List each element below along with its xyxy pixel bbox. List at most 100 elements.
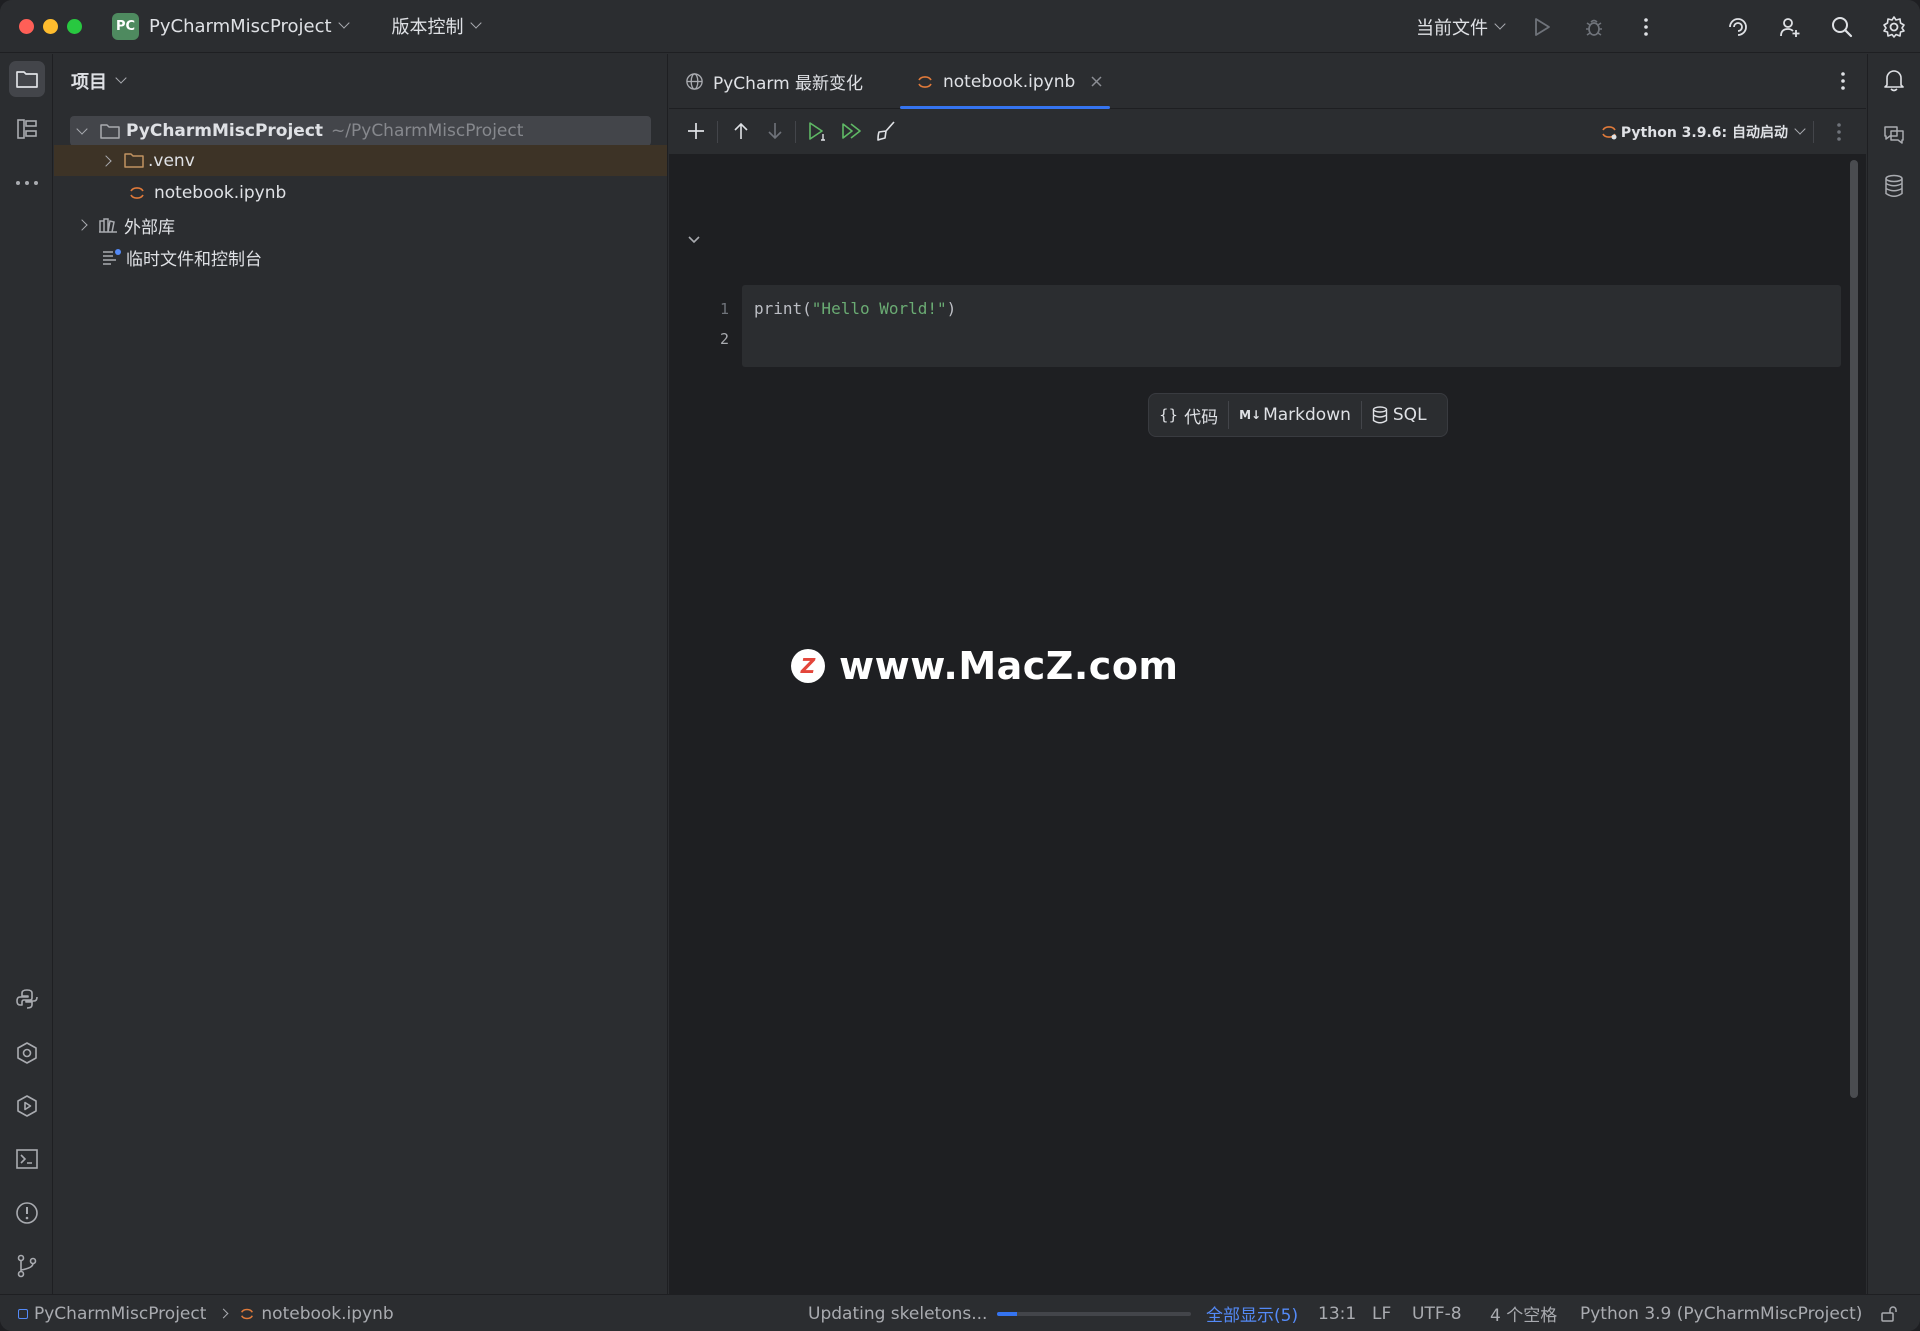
add-markdown-label: Markdown	[1263, 405, 1351, 425]
indent-setting[interactable]: 4 个空格	[1490, 1295, 1557, 1331]
jupyter-icon	[130, 187, 144, 199]
show-all-link[interactable]: 全部显示(5)	[1206, 1295, 1298, 1331]
code-with-me-button[interactable]	[1777, 14, 1803, 40]
toolbar-divider	[717, 121, 718, 143]
breadcrumb-file[interactable]: notebook.ipynb	[261, 1304, 393, 1324]
progress-label: Updating skeletons...	[808, 1303, 988, 1324]
add-markdown-cell-button[interactable]: M↓ Markdown	[1229, 394, 1361, 436]
run-cell-button[interactable]	[806, 119, 830, 143]
more-actions-button[interactable]	[1633, 14, 1659, 40]
tree-item-notebook[interactable]: notebook.ipynb	[70, 178, 651, 208]
close-icon[interactable]	[1091, 76, 1102, 87]
interpreter-selector[interactable]: Python 3.9 (PyCharmMiscProject)	[1580, 1295, 1862, 1331]
more-tools-button[interactable]	[9, 165, 45, 201]
more-vertical-icon	[1841, 72, 1845, 90]
chevron-down-icon	[469, 17, 482, 29]
code-cell[interactable]	[742, 285, 1841, 367]
notebook-more-button[interactable]	[1836, 122, 1842, 147]
zoom-window-button[interactable]	[67, 18, 82, 34]
run-button[interactable]	[1529, 14, 1555, 40]
database-tool-button[interactable]	[1876, 168, 1912, 204]
more-horizontal-icon	[16, 181, 38, 185]
project-tool-button[interactable]	[9, 61, 45, 97]
search-everywhere-button[interactable]	[1829, 14, 1855, 40]
progress-bar	[997, 1311, 1192, 1316]
debug-button[interactable]	[1581, 14, 1607, 40]
gear-icon	[1883, 15, 1905, 38]
current-file-label: 当前文件	[1416, 17, 1488, 39]
add-code-cell-button[interactable]: {} 代码	[1149, 394, 1228, 436]
chevron-right-icon	[100, 154, 112, 167]
cell-collapse-toggle[interactable]	[687, 230, 701, 250]
tree-item-label: 外部库	[124, 217, 175, 238]
move-cell-up-button[interactable]	[729, 119, 753, 143]
tab-notebook[interactable]: notebook.ipynb	[900, 54, 1110, 109]
chevron-down-icon	[688, 236, 700, 244]
jupyter-icon	[241, 1308, 254, 1319]
run-all-button[interactable]	[840, 119, 864, 143]
warning-circle-icon	[16, 1202, 38, 1224]
ai-chat-button[interactable]	[1876, 116, 1912, 152]
kernel-selector[interactable]: Python 3.9.6: 自动启动	[1600, 109, 1806, 155]
status-bar: PyCharmMiscProject notebook.ipynb Updati…	[0, 1294, 1920, 1331]
notifications-button[interactable]	[1876, 62, 1912, 98]
ai-chat-icon	[1884, 126, 1904, 144]
tree-item-venv[interactable]: .venv	[54, 145, 667, 176]
terminal-button[interactable]	[9, 1141, 45, 1177]
project-panel-title: 项目	[71, 72, 107, 93]
tab-label: PyCharm 最新变化	[713, 74, 864, 94]
arrow-down-icon	[768, 123, 782, 140]
tree-item-scratches[interactable]: 临时文件和控制台	[70, 242, 651, 272]
search-icon	[1832, 16, 1853, 37]
file-encoding[interactable]: UTF-8	[1412, 1295, 1462, 1331]
right-tool-strip	[1867, 54, 1920, 1294]
line-separator[interactable]: LF	[1372, 1295, 1391, 1331]
add-sql-cell-button[interactable]: SQL	[1362, 394, 1437, 436]
tree-item-external-libraries[interactable]: 外部库	[70, 210, 651, 240]
services-button[interactable]	[9, 1035, 45, 1071]
tree-root-project[interactable]: PyCharmMiscProject ~/PyCharmMiscProject	[70, 116, 651, 146]
clear-outputs-button[interactable]	[874, 119, 898, 143]
background-task[interactable]: Updating skeletons...	[808, 1295, 1192, 1331]
minimize-window-button[interactable]	[43, 18, 58, 34]
tree-root-name: PyCharmMiscProject	[126, 121, 324, 141]
structure-tool-button[interactable]	[9, 111, 45, 147]
vertical-scrollbar[interactable]	[1850, 160, 1858, 1098]
tabs-more-button[interactable]	[1840, 71, 1846, 96]
cursor-position[interactable]: 13:1	[1318, 1295, 1356, 1331]
tab-label: notebook.ipynb	[943, 71, 1076, 92]
ai-assistant-button[interactable]	[1725, 14, 1751, 40]
toolbar-divider	[1813, 121, 1814, 143]
terminal-icon	[16, 1149, 38, 1169]
tab-whats-new[interactable]: PyCharm 最新变化	[685, 54, 863, 109]
watermark: Z www.MacZ.com	[791, 644, 1179, 688]
python-packages-button[interactable]	[9, 981, 45, 1017]
move-cell-down-button[interactable]	[763, 119, 787, 143]
watermark-logo: Z	[791, 649, 825, 683]
lock-button[interactable]	[1880, 1295, 1898, 1331]
title-bar: PC PyCharmMiscProject 版本控制 当前文件	[0, 0, 1920, 53]
close-window-button[interactable]	[19, 18, 34, 34]
kernel-label: Python 3.9.6: 自动启动	[1620, 125, 1788, 141]
vcs-label: 版本控制	[391, 17, 464, 38]
code-token: )	[946, 299, 957, 318]
project-selector[interactable]: PyCharmMiscProject	[139, 16, 350, 37]
run-tool-button[interactable]	[9, 1088, 45, 1124]
arrow-up-icon	[734, 122, 748, 139]
settings-button[interactable]	[1881, 14, 1907, 40]
progress-fill	[997, 1311, 1017, 1316]
git-button[interactable]	[9, 1248, 45, 1284]
editor-area: PyCharm 最新变化 notebook.ipynb Python 3.9.6…	[669, 54, 1866, 1294]
add-cell-toolbar: {} 代码 M↓ Markdown SQL	[1148, 393, 1448, 437]
project-panel-header[interactable]: 项目	[54, 54, 667, 108]
problems-button[interactable]	[9, 1195, 45, 1231]
add-user-icon	[1780, 17, 1800, 37]
run-circle-icon	[17, 1095, 37, 1117]
add-cell-button[interactable]	[684, 119, 708, 143]
run-config-selector[interactable]: 当前文件	[1406, 14, 1506, 40]
chevron-down-icon	[76, 123, 88, 135]
breadcrumb-project[interactable]: PyCharmMiscProject	[34, 1304, 206, 1324]
more-vertical-icon	[1837, 123, 1841, 141]
vcs-menu[interactable]: 版本控制	[382, 13, 482, 39]
code-line[interactable]: print("Hello World!")	[754, 299, 956, 318]
